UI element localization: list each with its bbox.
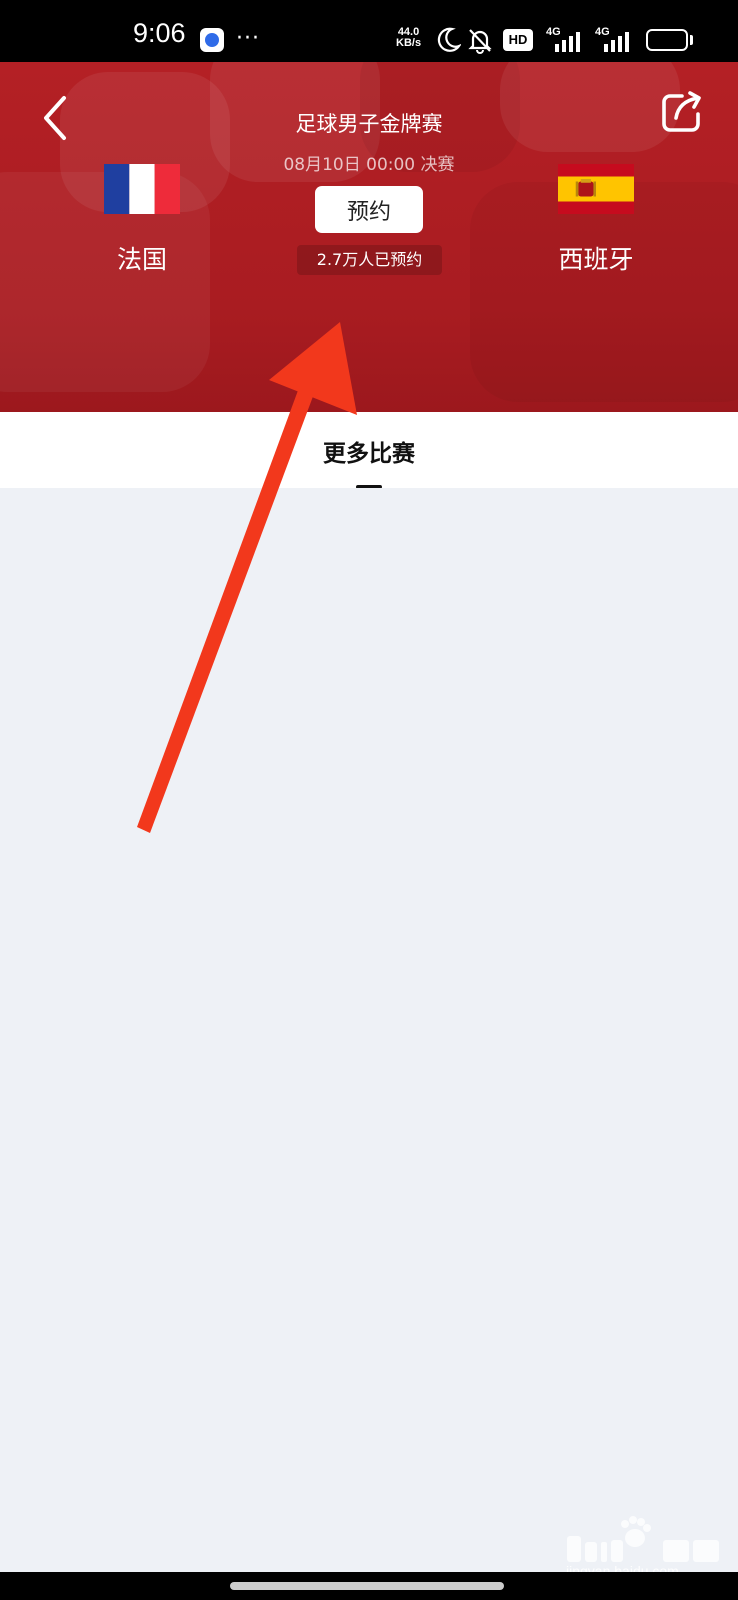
header-bg-shape: [500, 62, 680, 152]
battery-icon: 56: [646, 29, 688, 51]
team-home: 法国: [72, 164, 212, 276]
hd-badge: HD: [503, 29, 533, 51]
more-notifications-icon: ···: [236, 26, 260, 51]
status-bar: 9:06 ··· 44.0 KB/s HD 4G 4G 56: [0, 0, 738, 62]
moon-icon: [437, 27, 461, 52]
battery-tip: [690, 35, 693, 45]
signal-1-icon: [555, 32, 580, 52]
network-speed: 44.0 KB/s: [396, 27, 421, 49]
team-away: 西班牙: [526, 164, 666, 276]
app-notification-icon: [200, 28, 224, 52]
match-title: 足球男子金牌赛: [295, 112, 443, 136]
content-area: [0, 488, 738, 1572]
reserve-count: 2.7万人已预约: [297, 245, 442, 275]
network-speed-unit: KB/s: [396, 37, 422, 49]
tab-more-matches[interactable]: 更多比赛: [0, 434, 738, 468]
match-header: 足球男子金牌赛 08月10日 00:00 决赛 法国 预约 2.7万人已预约 西…: [0, 62, 738, 412]
team-away-name: 西班牙: [558, 245, 634, 274]
france-flag-icon: [104, 164, 180, 214]
status-time: 9:06: [133, 18, 186, 48]
battery-percent: 56: [659, 32, 675, 48]
home-indicator[interactable]: [230, 1582, 504, 1590]
bell-muted-icon: [468, 29, 492, 54]
signal-2-icon: [604, 32, 629, 52]
spain-flag-icon: [558, 164, 634, 214]
reserve-button[interactable]: 预约: [315, 186, 423, 233]
tab-bar: 更多比赛: [0, 412, 738, 489]
team-home-name: 法国: [116, 245, 167, 274]
